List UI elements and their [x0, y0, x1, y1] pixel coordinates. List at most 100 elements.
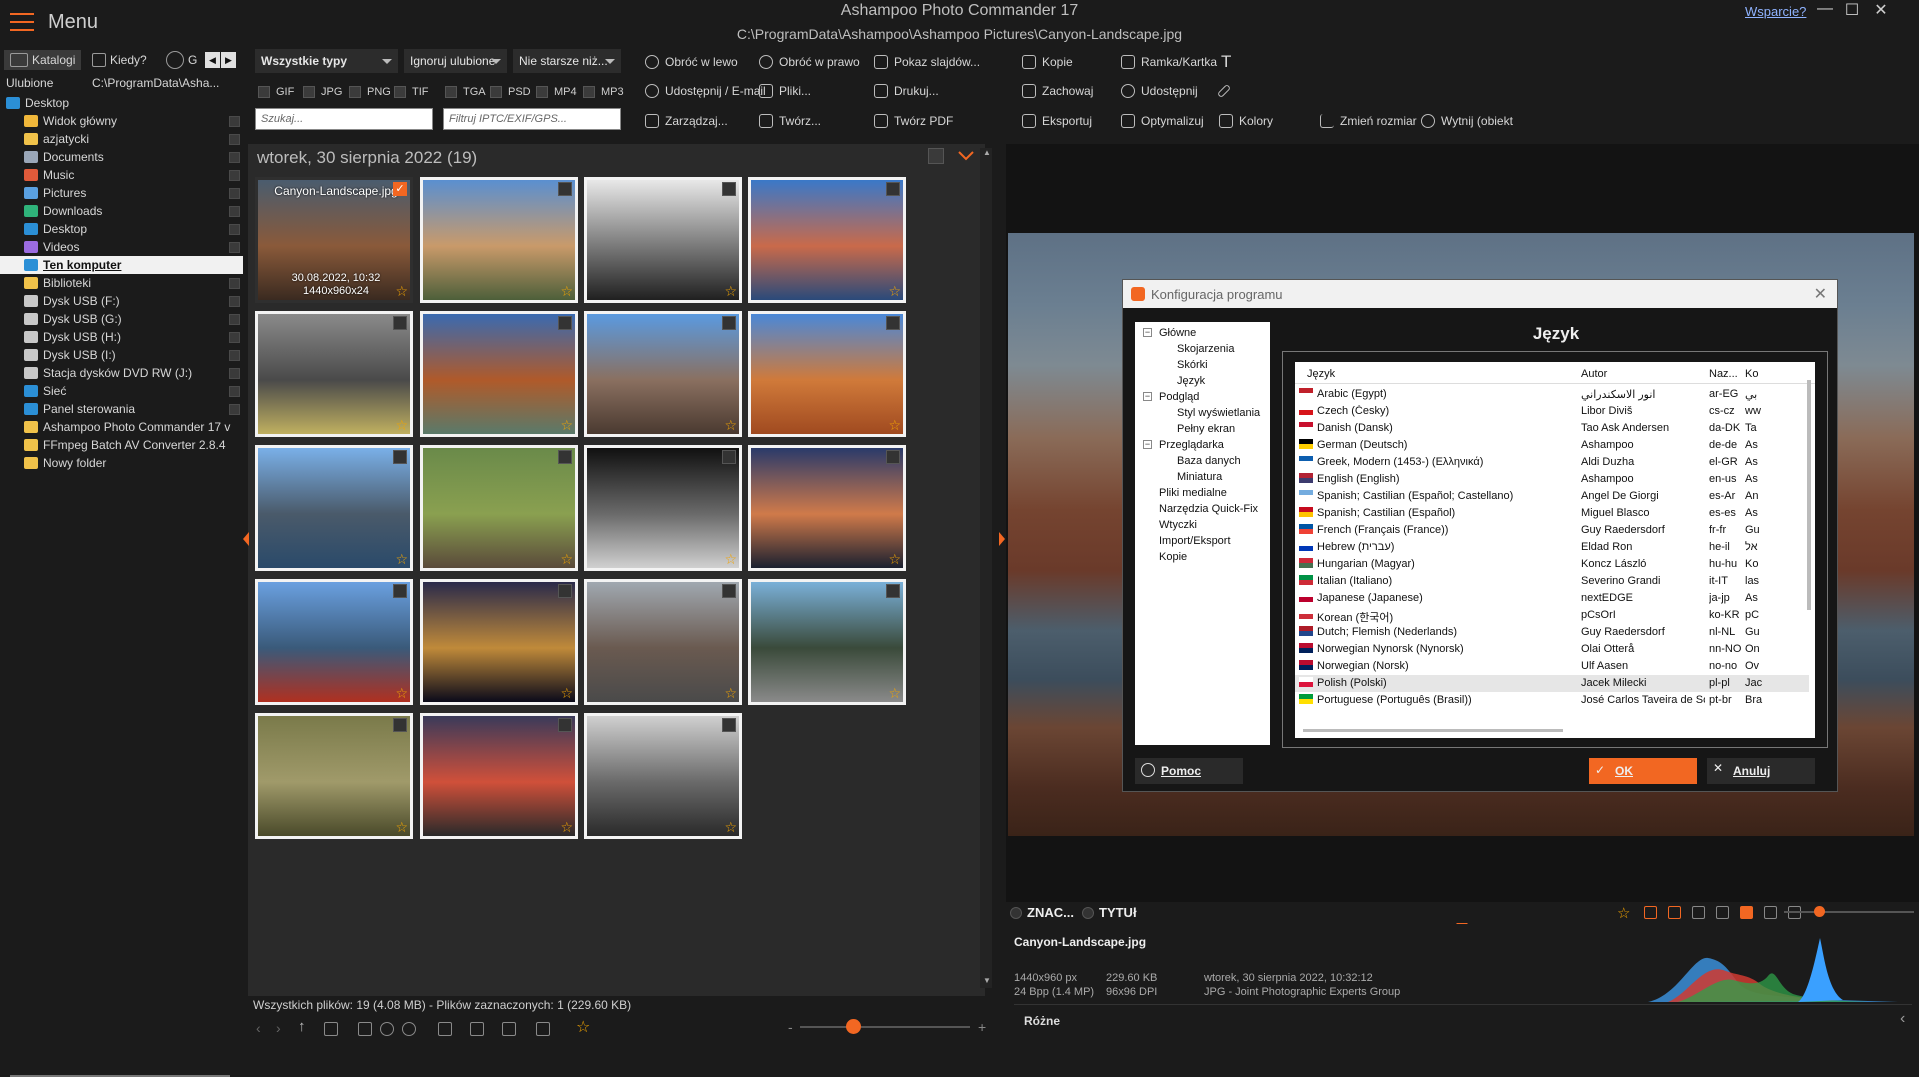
tree-item[interactable]: Dysk USB (H:) [0, 328, 243, 346]
language-row[interactable]: Portuguese (Português (Brasil)) José Carl… [1295, 692, 1809, 709]
rating-star-icon[interactable]: ☆ [576, 1017, 590, 1037]
filetype-checkbox-tga[interactable]: TGA [445, 86, 486, 98]
favorites-filter-select[interactable]: Ignoruj ulubione [404, 49, 507, 73]
optimize-button[interactable]: Optymalizuj [1121, 114, 1204, 128]
thumbnail-checkbox[interactable] [886, 316, 900, 330]
thumbnail-checkbox[interactable] [722, 718, 736, 732]
favorites-row[interactable]: Ulubione C:\ProgramData\Asha... [6, 76, 238, 94]
settings-tree-item[interactable]: Język [1135, 373, 1270, 389]
star-icon[interactable]: ☆ [724, 685, 737, 702]
type-filter-select[interactable]: Wszystkie typy [255, 49, 398, 73]
thumbnail[interactable]: ☆ [584, 579, 742, 705]
filetype-checkbox-mp4[interactable]: MP4 [536, 86, 577, 98]
thumbnail-checkbox[interactable] [722, 584, 736, 598]
star-icon[interactable]: ☆ [560, 551, 573, 568]
settings-tree-item[interactable]: Kopie [1135, 549, 1270, 565]
files-button[interactable]: Pliki... [759, 84, 811, 98]
frame-button[interactable]: Ramka/Kartka [1121, 55, 1217, 69]
crop-icon[interactable] [1716, 906, 1729, 919]
settings-tree-item[interactable]: Import/Eksport [1135, 533, 1270, 549]
language-row[interactable]: Danish (Dansk) Tao Ask Andersen da-DK Ta [1295, 420, 1809, 437]
tree-checkbox[interactable] [229, 332, 240, 343]
filetype-checkbox-png[interactable]: PNG [349, 86, 391, 98]
language-row[interactable]: Japanese (Japanese) nextEDGE ja-jp As [1295, 590, 1809, 607]
thumbnail[interactable]: ☆ [748, 311, 906, 437]
rating-star-icon[interactable]: ☆ [1617, 904, 1630, 922]
tree-item[interactable]: azjatycki [0, 130, 243, 148]
tree-item[interactable]: Downloads [0, 202, 243, 220]
thumbnail[interactable]: ☆ [420, 177, 578, 303]
print-button[interactable]: Drukuj... [874, 84, 939, 98]
star-icon[interactable]: ☆ [724, 819, 737, 836]
settings-tree-item[interactable]: Pliki medialne [1135, 485, 1270, 501]
thumbnail[interactable]: ☆ [255, 713, 413, 839]
tree-item[interactable]: Biblioteki [0, 274, 243, 292]
collapse-icon[interactable]: − [1143, 392, 1152, 401]
iptc-filter-input[interactable]: Filtruj IPTC/EXIF/GPS... [443, 108, 621, 130]
col-code[interactable]: Naz... [1709, 368, 1738, 380]
tree-item[interactable]: Dysk USB (F:) [0, 292, 243, 310]
thumbnail[interactable]: ☆ [420, 713, 578, 839]
star-icon[interactable]: ☆ [395, 819, 408, 836]
language-row[interactable]: Hungarian (Magyar) Koncz László hu-hu Ko [1295, 556, 1809, 573]
export-button[interactable]: Eksportuj [1022, 114, 1092, 128]
tree-checkbox[interactable] [229, 350, 240, 361]
color-label-icon[interactable] [1668, 906, 1681, 919]
language-row[interactable]: German (Deutsch) Ashampoo de-de As [1295, 437, 1809, 454]
tree-item[interactable]: Ten komputer [0, 256, 243, 274]
preview-zoom-slider[interactable] [1784, 911, 1914, 913]
star-icon[interactable]: ☆ [395, 685, 408, 702]
tree-item[interactable]: Music [0, 166, 243, 184]
language-row[interactable]: Dutch; Flemish (Nederlands) Guy Raedersdo… [1295, 624, 1809, 641]
tree-checkbox[interactable] [229, 170, 240, 181]
tree-item[interactable]: Sieć [0, 382, 243, 400]
scroll-down-icon[interactable]: ▼ [983, 976, 991, 985]
settings-tree-item[interactable]: Skojarzenia [1135, 341, 1270, 357]
thumbnail[interactable]: ☆ [748, 579, 906, 705]
tree-item[interactable]: Documents [0, 148, 243, 166]
tree-item[interactable]: Desktop [0, 220, 243, 238]
tree-checkbox[interactable] [229, 152, 240, 163]
collapse-section-icon[interactable]: ‹ [1900, 1010, 1905, 1028]
language-row[interactable]: Norwegian Nynorsk (Nynorsk) Olai Otterå nn… [1295, 641, 1809, 658]
language-row[interactable]: Arabic (Egypt) انور الاسكندراني ar-EG بي [1295, 386, 1809, 403]
tree-item[interactable]: Widok główny [0, 112, 243, 130]
tree-item[interactable]: Ashampoo Photo Commander 17 v [0, 418, 243, 436]
filetype-checkbox-tif[interactable]: TIF [394, 86, 429, 98]
fullscreen-icon[interactable] [1764, 906, 1777, 919]
star-icon[interactable]: ☆ [560, 685, 573, 702]
scroll-up-icon[interactable]: ▲ [983, 148, 991, 157]
language-row[interactable]: Norwegian (Norsk) Ulf Aasen no-no Ov [1295, 658, 1809, 675]
edit-badge-icon[interactable] [1740, 906, 1753, 919]
date-filter-select[interactable]: Nie starsze niż... [513, 49, 621, 73]
filter-icon[interactable] [438, 1022, 452, 1036]
create-pdf-button[interactable]: Twórz PDF [874, 114, 953, 128]
thumbnail[interactable]: ☆ [420, 579, 578, 705]
tab-kiedy[interactable]: Kiedy? [92, 50, 147, 70]
thumbnail-checkbox[interactable] [722, 182, 736, 196]
language-row[interactable]: Greek, Modern (1453-) (Ελληνικά) Aldi Duz… [1295, 454, 1809, 471]
maximize-icon[interactable]: ☐ [1840, 0, 1864, 20]
thumbnail[interactable]: ☆ [255, 311, 413, 437]
tree-item[interactable]: Panel sterowania [0, 400, 243, 418]
star-icon[interactable]: ☆ [888, 417, 901, 434]
thumbnail-checkbox[interactable] [393, 718, 407, 732]
colors-button[interactable]: Kolory [1219, 114, 1273, 128]
language-row[interactable]: Polish (Polski) Jacek Milecki pl-pl Jac [1295, 675, 1809, 692]
share-email-button[interactable]: Udostępnij / E-mail [645, 84, 766, 98]
zoom-icon[interactable] [402, 1022, 416, 1036]
slider-handle[interactable] [846, 1019, 861, 1034]
group-select-checkbox[interactable] [928, 148, 944, 164]
pen-tool-button[interactable] [1216, 83, 1232, 99]
rotate-right-button[interactable]: Obróć w prawo [759, 55, 860, 69]
thumbnail-size-slider[interactable] [800, 1026, 970, 1028]
star-icon[interactable]: ☆ [888, 685, 901, 702]
star-icon[interactable]: ☆ [560, 417, 573, 434]
minimize-icon[interactable]: — [1813, 0, 1837, 20]
thumbnail[interactable]: ☆ [420, 445, 578, 571]
star-icon[interactable]: ☆ [724, 417, 737, 434]
tree-checkbox[interactable] [229, 206, 240, 217]
settings-tree-item[interactable]: Wtyczki [1135, 517, 1270, 533]
tree-item[interactable]: Dysk USB (I:) [0, 346, 243, 364]
tab-globe[interactable]: G [166, 50, 197, 70]
